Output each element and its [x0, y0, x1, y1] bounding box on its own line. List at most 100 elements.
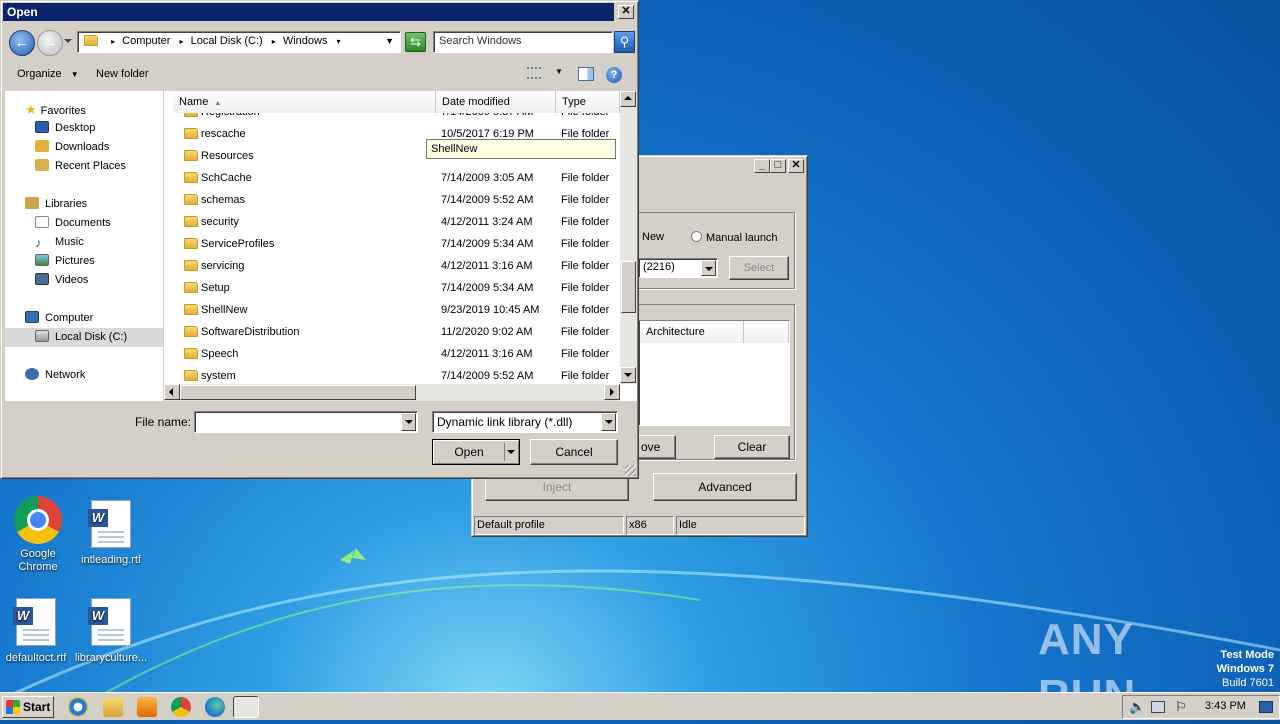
forward-button[interactable]: → [37, 30, 63, 56]
scroll-right-button[interactable] [604, 384, 620, 400]
scroll-up-button[interactable] [620, 91, 636, 107]
file-row[interactable]: ShellNew 9/23/2019 10:45 AM File folder [164, 299, 620, 321]
file-type: File folder [561, 348, 610, 360]
column-architecture[interactable]: Architecture [640, 321, 744, 343]
nav-computer[interactable]: Computer [25, 309, 93, 328]
breadcrumb-local-disk[interactable]: Local Disk (C:) [191, 35, 263, 47]
file-row[interactable]: security 4/12/2011 3:24 AM File folder [164, 211, 620, 233]
nav-music[interactable]: ♪ Music [35, 233, 84, 252]
nav-libraries[interactable]: Libraries [25, 195, 87, 214]
filetype-select[interactable]: Dynamic link library (*.dll) [432, 411, 618, 433]
file-row[interactable]: Speech 4/12/2011 3:16 AM File folder [164, 343, 620, 365]
breadcrumb-windows[interactable]: Windows [283, 35, 328, 47]
file-row[interactable]: servicing 4/12/2011 3:16 AM File folder [164, 255, 620, 277]
folder-icon [184, 304, 198, 315]
radio-new[interactable]: New [642, 231, 664, 243]
desktop-icon-libraryculture[interactable]: W libraryculture... [73, 598, 149, 665]
radio-circle-icon [691, 231, 702, 242]
desktop-icon-chrome[interactable]: Google Chrome [0, 496, 76, 574]
desktop-icon-defaultoct[interactable]: W defaultoct.rtf [0, 598, 74, 665]
scroll-down-button[interactable] [620, 367, 636, 383]
file-row[interactable]: Setup 7/14/2009 5:34 AM File folder [164, 277, 620, 299]
nav-network[interactable]: Network [25, 366, 85, 385]
remove-button[interactable]: ove [638, 435, 676, 459]
nav-pictures[interactable]: Pictures [35, 252, 95, 271]
column-type[interactable]: Type [556, 91, 620, 113]
edge-icon[interactable] [205, 697, 225, 717]
explorer-folder-icon[interactable] [103, 697, 123, 717]
chevron-down-icon[interactable] [507, 450, 515, 454]
new-folder-button[interactable]: New folder [96, 68, 149, 80]
search-button[interactable]: ⚲ [614, 31, 635, 53]
chevron-down-icon [701, 260, 716, 276]
filetype-value: Dynamic link library (*.dll) [437, 415, 573, 429]
scroll-thumb[interactable] [621, 261, 636, 313]
cancel-button[interactable]: Cancel [530, 439, 618, 465]
help-button[interactable]: ? [606, 67, 622, 83]
view-options-button[interactable] [527, 67, 543, 81]
recent-pages-dropdown[interactable] [64, 39, 72, 43]
nav-videos[interactable]: Videos [35, 271, 88, 290]
preview-pane-button[interactable] [578, 67, 594, 81]
column-date[interactable]: Date modified [436, 91, 556, 113]
status-arch: x86 [626, 516, 674, 535]
volume-icon[interactable]: 🔈 [1129, 699, 1145, 715]
maximize-button[interactable]: □ [770, 159, 786, 173]
breadcrumb-computer[interactable]: Computer [122, 35, 170, 47]
file-row[interactable]: SoftwareDistribution 11/2/2020 9:02 AM Fil… [164, 321, 620, 343]
close-button[interactable]: ✕ [618, 5, 634, 19]
search-input[interactable]: Search Windows [433, 31, 613, 53]
dll-list[interactable]: Architecture [638, 320, 790, 426]
nav-recent[interactable]: Recent Places [35, 157, 126, 176]
organize-menu[interactable]: Organize ▼ [17, 68, 79, 80]
nav-local-disk[interactable]: Local Disk (C:) [5, 328, 163, 347]
address-dropdown-icon[interactable]: ▼ [385, 32, 394, 50]
chrome-taskbar-icon[interactable] [171, 697, 191, 717]
file-row[interactable]: system 7/14/2009 5:52 AM File folder [164, 365, 620, 383]
internet-explorer-icon[interactable] [68, 697, 88, 717]
show-desktop-icon[interactable] [1259, 701, 1273, 713]
resize-grip-icon[interactable] [625, 465, 636, 476]
file-row[interactable]: SchCache 7/14/2009 3:05 AM File folder [164, 167, 620, 189]
address-bar[interactable]: ▸ Computer ▸ Local Disk (C:) ▸ Windows ▾… [77, 31, 401, 53]
folder-icon [184, 128, 198, 139]
start-button[interactable]: Start [2, 696, 54, 718]
file-row[interactable]: ServiceProfiles 7/14/2009 5:34 AM File fol… [164, 233, 620, 255]
folder-icon [184, 348, 198, 359]
nav-downloads[interactable]: Downloads [35, 138, 109, 157]
media-player-icon[interactable] [137, 697, 157, 717]
folder-icon [184, 326, 198, 337]
radio-manual-launch[interactable]: Manual launch [691, 231, 778, 244]
network-tray-icon[interactable] [1151, 701, 1165, 713]
minimize-button[interactable]: _ [754, 159, 770, 173]
open-split-divider [504, 443, 505, 461]
select-button[interactable]: Select [729, 256, 789, 280]
nav-favorites[interactable]: ★ Favorites [25, 100, 86, 119]
hscroll-thumb[interactable] [180, 385, 416, 400]
column-name[interactable]: Name ▲ [173, 91, 436, 113]
close-button[interactable]: ✕ [788, 159, 804, 173]
nav-documents[interactable]: Documents [35, 214, 111, 233]
injector-taskbar-icon[interactable] [233, 696, 259, 718]
clear-button[interactable]: Clear [714, 435, 790, 459]
back-button[interactable]: ← [9, 30, 35, 56]
flag-icon[interactable]: ⚐ [1175, 699, 1187, 715]
file-row-partial[interactable]: Registration 7/14/2009 5:37 AM File fold… [164, 113, 620, 123]
horizontal-scrollbar[interactable] [164, 384, 620, 401]
desktop-icon-intleading[interactable]: W intleading.rtf [73, 500, 149, 567]
vertical-scrollbar[interactable] [620, 91, 637, 384]
chevron-down-icon[interactable] [401, 413, 416, 431]
open-button[interactable]: Open [432, 439, 520, 465]
scroll-left-button[interactable] [164, 384, 180, 400]
nav-desktop[interactable]: Desktop [35, 119, 95, 138]
file-list: Name ▲ Date modified Type Registration 7/… [164, 91, 637, 401]
process-select[interactable]: (2216) [638, 258, 718, 278]
column-empty[interactable] [744, 321, 789, 343]
open-dialog: Open ✕ ← → ▸ Computer ▸ Local Disk (C:) … [0, 0, 639, 479]
advanced-button[interactable]: Advanced [653, 473, 797, 501]
view-dropdown-icon[interactable]: ▼ [555, 67, 563, 76]
filename-input[interactable] [194, 411, 418, 433]
clock[interactable]: 3:43 PM [1205, 700, 1246, 712]
refresh-button[interactable]: ⇆ [405, 32, 426, 52]
file-row[interactable]: schemas 7/14/2009 5:52 AM File folder [164, 189, 620, 211]
